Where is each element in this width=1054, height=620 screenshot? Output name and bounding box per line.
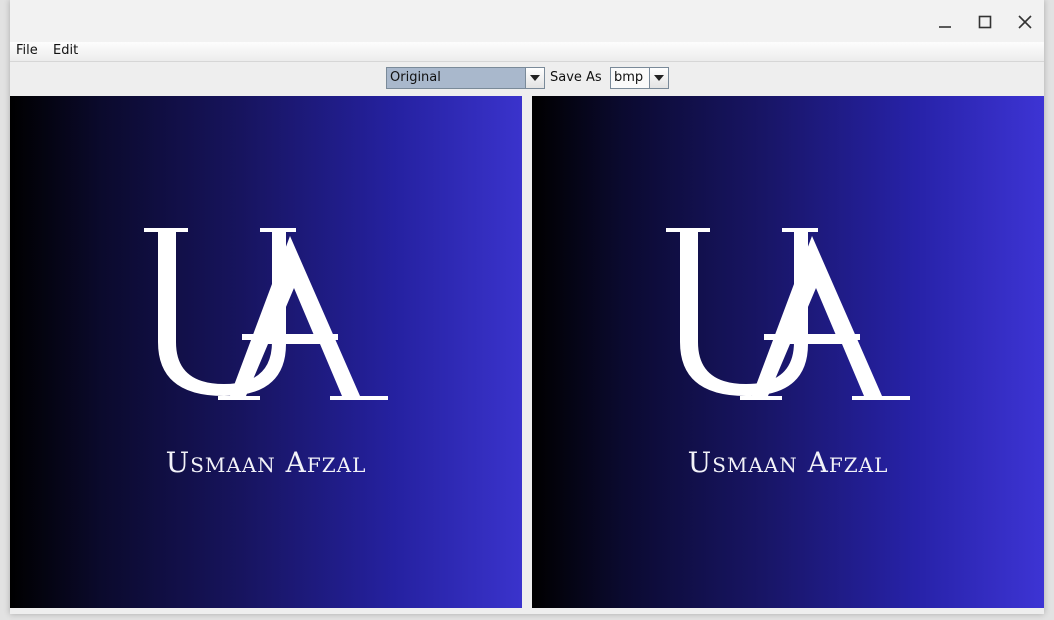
- menu-bar: File Edit: [10, 42, 1044, 62]
- original-image-panel: Usmaan Afzal: [10, 96, 522, 608]
- close-icon: [1018, 15, 1032, 29]
- menu-file[interactable]: File: [16, 43, 38, 58]
- save-as-label: Save As: [550, 70, 602, 85]
- filter-select[interactable]: Original: [386, 67, 545, 89]
- toolbar: Original Save As bmp: [10, 62, 1044, 96]
- format-select-value: bmp: [614, 70, 644, 85]
- chevron-down-icon[interactable]: [525, 68, 544, 88]
- format-select[interactable]: bmp: [610, 67, 669, 89]
- minimize-icon: [939, 26, 951, 28]
- chevron-down-icon[interactable]: [649, 68, 668, 88]
- ua-logo-image: [666, 228, 910, 400]
- processed-image-panel: Usmaan Afzal: [532, 96, 1044, 608]
- filter-select-value: Original: [387, 68, 525, 88]
- close-button[interactable]: [1009, 8, 1041, 36]
- title-bar[interactable]: [10, 0, 1044, 42]
- minimize-button[interactable]: [929, 8, 961, 36]
- maximize-icon: [978, 15, 992, 29]
- maximize-button[interactable]: [969, 8, 1001, 36]
- logo-caption: Usmaan Afzal: [165, 446, 367, 479]
- app-window: File Edit Original Save As bmp Usmaan Af…: [10, 0, 1044, 614]
- ua-logo-image: [144, 228, 388, 400]
- logo-caption: Usmaan Afzal: [687, 446, 889, 479]
- menu-edit[interactable]: Edit: [53, 43, 78, 58]
